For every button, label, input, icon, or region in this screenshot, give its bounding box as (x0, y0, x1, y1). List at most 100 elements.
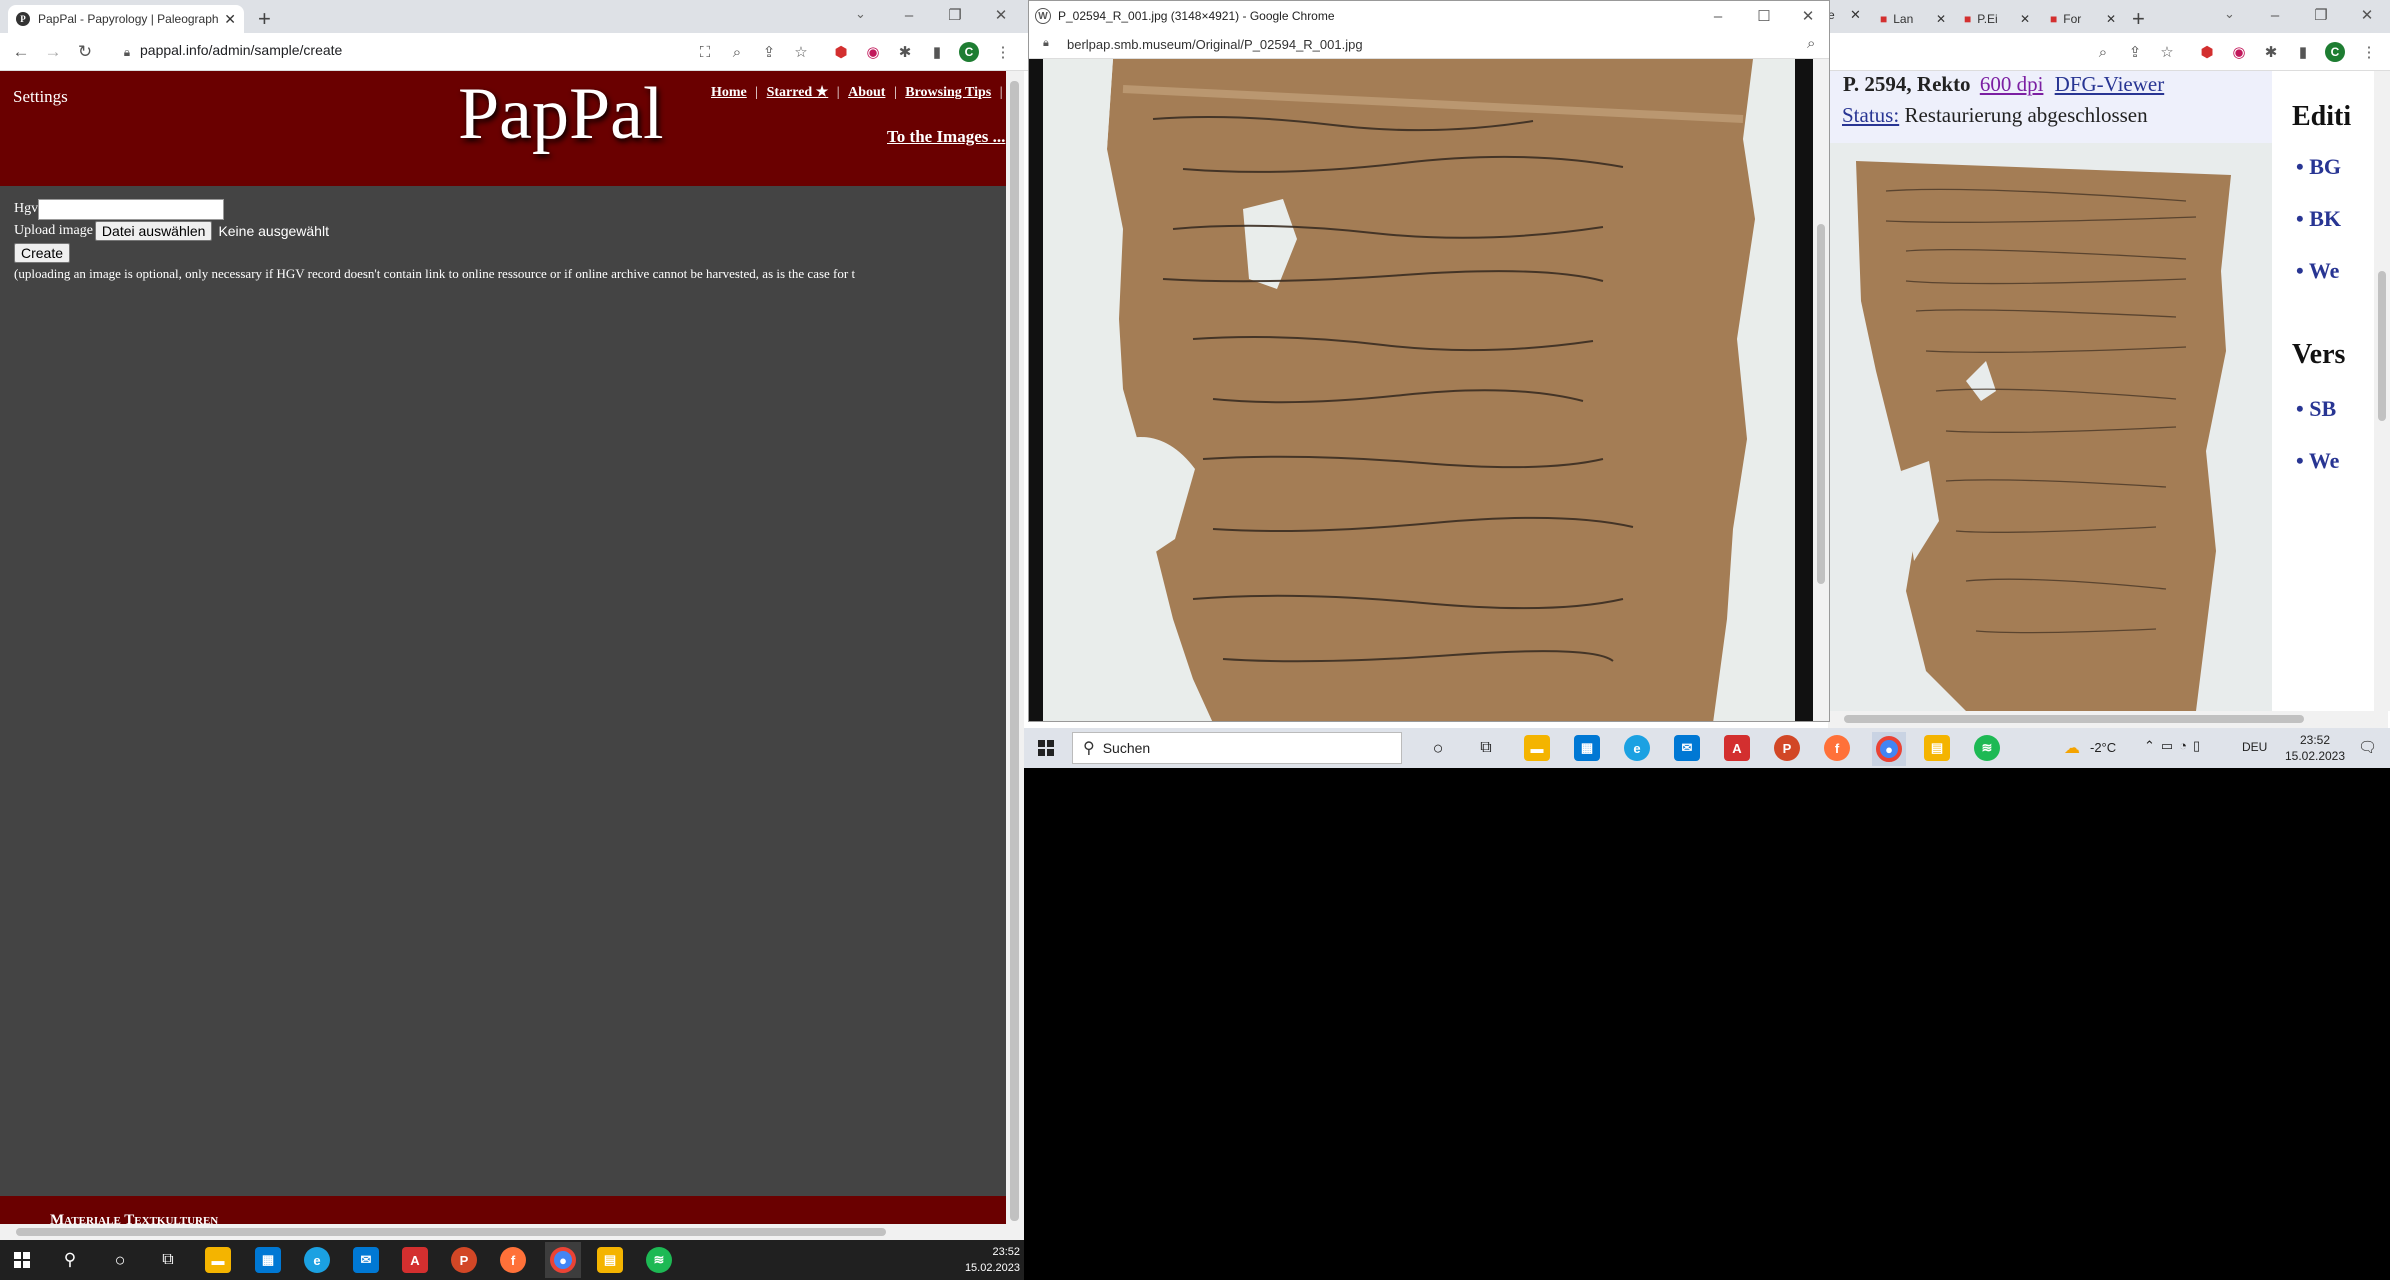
edition-link[interactable]: BK (2309, 206, 2341, 231)
translate-icon[interactable]: ⛶ (694, 41, 716, 63)
restore-icon[interactable]: ❐ (2298, 0, 2344, 30)
address-bar[interactable]: pappal.info/admin/sample/create (140, 42, 342, 58)
version-item-we[interactable]: • We (2296, 448, 2339, 474)
menu-icon[interactable]: ⋮ (2358, 41, 2380, 63)
chrome-icon[interactable]: ● (1872, 732, 1906, 766)
reload-icon[interactable]: ↻ (74, 41, 96, 63)
close-tab-icon[interactable]: ✕ (1936, 12, 1946, 26)
profile-avatar[interactable]: C (958, 41, 980, 63)
dfg-viewer-link[interactable]: DFG-Viewer (2055, 72, 2165, 96)
maximize-icon[interactable]: ☐ (1741, 1, 1787, 31)
close-window-icon[interactable]: ✕ (978, 0, 1024, 30)
menu-icon[interactable]: ⋮ (992, 41, 1014, 63)
nav-browsing-tips[interactable]: Browsing Tips (905, 85, 991, 100)
store-icon[interactable]: ▦ (1574, 735, 1600, 761)
sidepanel-icon[interactable]: ▮ (926, 41, 948, 63)
clock[interactable]: 23:52 15.02.2023 (2278, 732, 2352, 764)
cortana-icon[interactable]: ○ (1426, 736, 1450, 760)
extension-red-icon[interactable]: ⬢ (2196, 41, 2218, 63)
edition-item-bg[interactable]: • BG (2296, 154, 2341, 180)
minimize-icon[interactable]: – (886, 0, 932, 30)
chevron-down-icon[interactable]: ⌄ (855, 6, 866, 22)
acrobat-icon[interactable]: A (402, 1247, 428, 1273)
version-link[interactable]: We (2309, 448, 2340, 473)
chrome-icon[interactable]: ● (545, 1242, 581, 1278)
edge-icon[interactable]: e (304, 1247, 330, 1273)
sidepanel-icon[interactable]: ▮ (2292, 41, 2314, 63)
share-icon[interactable]: ⇪ (758, 41, 780, 63)
powerpoint-icon[interactable]: P (1774, 735, 1800, 761)
scroll-thumb[interactable] (1010, 81, 1019, 1221)
file-explorer-icon[interactable]: ▬ (205, 1247, 231, 1273)
extension-purple-icon[interactable]: ◉ (2228, 41, 2250, 63)
mail-icon[interactable]: ✉ (1674, 735, 1700, 761)
papyrus-image[interactable] (1043, 59, 1809, 722)
close-tab-icon[interactable]: ✕ (2020, 12, 2030, 26)
chevron-down-icon[interactable]: ⌄ (2224, 6, 2235, 22)
close-tab-icon[interactable]: ✕ (2106, 12, 2116, 26)
create-button[interactable]: Create (14, 243, 71, 263)
extension-purple-icon[interactable]: ◉ (862, 41, 884, 63)
puzzle-icon[interactable]: ✱ (2260, 41, 2282, 63)
version-link[interactable]: SB (2309, 396, 2336, 421)
nav-about[interactable]: About (848, 85, 885, 100)
cortana-icon[interactable]: ○ (108, 1248, 132, 1272)
task-view-icon[interactable]: ⧉ (1474, 736, 1498, 760)
version-item-sb[interactable]: • SB (2296, 396, 2336, 422)
scroll-thumb[interactable] (2378, 271, 2386, 421)
tab-close-icon[interactable]: ✕ (1850, 7, 1861, 23)
zoom-icon[interactable]: ⌕ (1807, 35, 1815, 52)
to-images-link[interactable]: To the Images ... (887, 127, 1005, 147)
bookmark-star-icon[interactable]: ☆ (2156, 41, 2178, 63)
store-icon[interactable]: ▦ (255, 1247, 281, 1273)
extension-red-icon[interactable]: ⬢ (830, 41, 852, 63)
profile-avatar[interactable]: C (2324, 41, 2346, 63)
minimize-icon[interactable]: – (2252, 0, 2298, 30)
new-tab-icon[interactable]: + (2132, 6, 2145, 32)
tab-for[interactable]: ■ For ✕ (2050, 5, 2116, 33)
edition-item-bk[interactable]: • BK (2296, 206, 2341, 232)
notification-icon[interactable]: 🗨︎ (2358, 738, 2377, 756)
popup-url[interactable]: berlpap.smb.museum/Original/P_02594_R_00… (1067, 37, 1363, 52)
edition-link[interactable]: BG (2309, 154, 2341, 179)
puzzle-icon[interactable]: ✱ (894, 41, 916, 63)
edition-item-we[interactable]: • We (2296, 258, 2339, 284)
restore-icon[interactable]: ❐ (932, 0, 978, 30)
thumbnail-scrollbar[interactable] (1828, 711, 2388, 728)
new-tab-icon[interactable]: + (258, 6, 271, 32)
bookmark-star-icon[interactable]: ☆ (790, 41, 812, 63)
dpi-link[interactable]: 600 dpi (1980, 72, 2044, 96)
mail-icon[interactable]: ✉ (353, 1247, 379, 1273)
settings-link[interactable]: Settings (13, 87, 68, 107)
edition-link[interactable]: We (2309, 258, 2340, 283)
popup-vertical-scrollbar[interactable] (1813, 59, 1829, 721)
minimize-icon[interactable]: – (1695, 1, 1741, 31)
file-icon[interactable]: ▤ (597, 1247, 623, 1273)
file-icon[interactable]: ▤ (1924, 735, 1950, 761)
tab-pappal[interactable]: P PapPal - Papyrology | Paleograph ✕ (8, 5, 244, 33)
firefox-icon[interactable]: f (1824, 735, 1850, 761)
hgv-input[interactable] (38, 198, 225, 220)
task-view-icon[interactable]: ⧉ (156, 1248, 180, 1272)
nav-home[interactable]: Home (711, 85, 747, 100)
horizontal-scrollbar[interactable] (0, 1224, 1006, 1240)
vertical-scrollbar[interactable] (1006, 71, 1024, 1240)
search-icon[interactable]: ⚲ (58, 1248, 82, 1272)
zoom-icon[interactable]: ⌕ (2092, 41, 2114, 63)
weather-temp[interactable]: -2°C (2090, 740, 2116, 755)
back-icon[interactable]: ← (10, 41, 32, 63)
nav-starred[interactable]: Starred ★ (767, 85, 829, 100)
windows-start-icon[interactable] (1032, 734, 1060, 762)
close-tab-icon[interactable]: ✕ (218, 11, 236, 28)
spotify-icon[interactable]: ≋ (646, 1247, 672, 1273)
firefox-icon[interactable]: f (500, 1247, 526, 1273)
close-window-icon[interactable]: ✕ (1785, 1, 1829, 31)
page-scrollbar[interactable] (2374, 71, 2390, 711)
taskbar-search-box[interactable]: ⚲ Suchen (1072, 732, 1402, 764)
zoom-icon[interactable]: ⌕ (726, 41, 748, 63)
tab-pei[interactable]: ■ P.Ei ✕ (1964, 5, 2030, 33)
share-icon[interactable]: ⇪ (2124, 41, 2146, 63)
acrobat-icon[interactable]: A (1724, 735, 1750, 761)
pappal-logo[interactable]: PapPal (458, 72, 664, 157)
edge-icon[interactable]: e (1624, 735, 1650, 761)
